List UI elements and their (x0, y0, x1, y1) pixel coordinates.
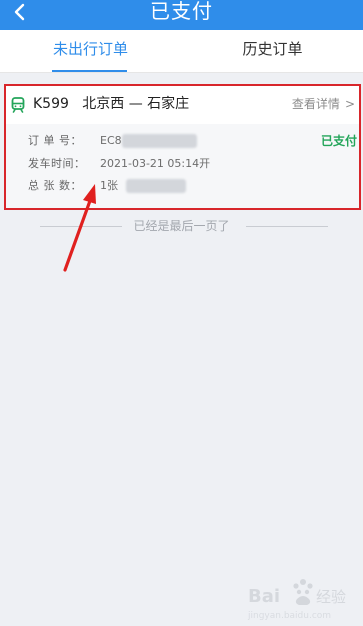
order-card-header: K599 北京西 — 石家庄 查看详情 > (6, 86, 359, 124)
status-badge: 已支付 (320, 134, 357, 148)
departure-time-label: 发车时间： (28, 157, 86, 170)
route-stations: 北京西 — 石家庄 (82, 96, 190, 112)
page-title: 已支付 (150, 0, 213, 23)
active-tab-indicator (52, 70, 127, 72)
chevron-right-icon: > (344, 97, 355, 111)
view-details-link[interactable]: 查看详情 > (292, 96, 355, 112)
departure-time-value: 2021-03-21 05:14开 (100, 157, 211, 170)
view-details-label: 查看详情 (291, 97, 340, 111)
tab-upcoming-orders[interactable]: 未出行订单 (0, 30, 181, 72)
redacted-order-number (121, 134, 197, 148)
baidu-jingyan-watermark: Bai 经验 jingyan.baidu.com (247, 579, 346, 621)
train-icon (11, 97, 25, 113)
redacted-passenger-name (126, 179, 186, 193)
annotation-arrow-icon (63, 184, 96, 272)
order-number-value: EC8 (100, 134, 122, 147)
order-number-label: 订 单 号： (28, 134, 82, 147)
order-tabs: 未出行订单 历史订单 (0, 30, 363, 73)
svg-text:Bai: Bai (248, 586, 280, 607)
divider-right (246, 226, 328, 227)
train-route-title: K599 北京西 — 石家庄 (33, 94, 189, 114)
app-header: 已支付 (0, 0, 363, 30)
svg-text:经验: 经验 (316, 588, 346, 606)
svg-text:jingyan.baidu.com: jingyan.baidu.com (247, 611, 331, 621)
order-number-row: 订 单 号： EC8 (28, 134, 197, 148)
ticket-count-row: 总 张 数： 1张 (28, 179, 186, 193)
departure-time-row: 发车时间： 2021-03-21 05:14开 (28, 157, 210, 171)
train-number: K599 (33, 96, 69, 112)
tab-history-orders[interactable]: 历史订单 (182, 30, 363, 72)
